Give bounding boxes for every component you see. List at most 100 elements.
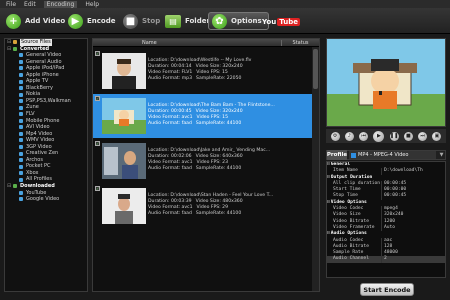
- profile-icon: [19, 105, 23, 110]
- chevron-down-icon[interactable]: ▼: [438, 152, 445, 158]
- profile-select-value: MP4 - MPEG-4 Video: [358, 152, 409, 158]
- profile-icon: [19, 164, 23, 169]
- mp4-icon: [351, 152, 356, 158]
- encode-button[interactable]: ▶ Encode: [68, 12, 115, 30]
- youtube-logo-you: You: [262, 18, 277, 26]
- file-duration: Duration: 00:04:14: [148, 64, 192, 69]
- file-aformat: Audio Format: faad: [148, 211, 192, 216]
- property-value[interactable]: D:\download\Th: [382, 168, 423, 174]
- profile-select[interactable]: MP4 - MPEG-4 Video: [349, 151, 436, 159]
- profile-icon: [19, 145, 23, 150]
- menu-encoding[interactable]: Encoding: [43, 0, 78, 8]
- file-size: Video Size: 480x360: [195, 199, 243, 204]
- profile-icon: [19, 125, 23, 130]
- file-location: Location: D:\download\Westlife -- My Lov…: [148, 58, 252, 63]
- file-row[interactable]: ✓ Location: D:\download\Stan Haden - Feel…: [93, 184, 313, 228]
- column-header-status[interactable]: Status: [282, 40, 319, 46]
- folder-icon: [13, 40, 17, 45]
- file-duration: Duration: 00:03:39: [148, 199, 192, 204]
- tree-item[interactable]: Google Video: [5, 196, 87, 203]
- profile-bar: Profile MP4 - MPEG-4 Video ▼: [326, 150, 446, 160]
- property-value[interactable]: 00:00:45: [382, 193, 406, 199]
- options-button[interactable]: ✿ Options: [208, 12, 269, 30]
- youtube-button[interactable]: You Tube: [262, 18, 300, 26]
- file-duration: Duration: 00:00:45: [148, 109, 192, 114]
- file-fps: Video FPS: 29: [196, 205, 229, 210]
- file-list: Name Status ✓ Location: D:\download\Westl…: [92, 38, 320, 292]
- profile-icon: [19, 86, 23, 91]
- file-checkbox[interactable]: ✓: [95, 96, 100, 101]
- profile-icon: [19, 66, 23, 71]
- add-video-button[interactable]: + Add Video: [6, 12, 65, 30]
- profile-icon: [19, 158, 23, 163]
- file-checkbox[interactable]: ✓: [95, 186, 100, 191]
- profile-icon: [19, 99, 23, 104]
- menu-file[interactable]: File: [6, 1, 16, 8]
- file-fps: Video FPS: 23: [196, 160, 229, 165]
- file-location: Location: D:\download\Jake and Amir_ Ven…: [148, 148, 271, 153]
- gear-icon: ✿: [212, 13, 227, 29]
- file-list-scrollbar[interactable]: [312, 47, 319, 291]
- file-checkbox[interactable]: ✓: [95, 51, 100, 56]
- volume-icon[interactable]: ♪: [344, 131, 354, 141]
- menu-bar: File Edit Encoding Help: [0, 0, 450, 8]
- menu-edit[interactable]: Edit: [24, 1, 36, 8]
- property-row[interactable]: Audio Channel 2: [327, 256, 445, 263]
- profile-icon: [19, 131, 23, 136]
- scrollbar-thumb[interactable]: [313, 49, 318, 89]
- settings-icon[interactable]: ⚙: [330, 131, 340, 141]
- file-rate: SampleRate: 44100: [195, 211, 242, 216]
- player-controls: ⚙ ♪ ⏮ ▶ ❚❚ ■ ⏭ ▣: [326, 129, 446, 143]
- start-encode-button[interactable]: Start Encode: [360, 283, 414, 296]
- previous-icon[interactable]: ⏮: [359, 131, 369, 141]
- options-label: Options: [231, 17, 262, 25]
- file-size: Video Size: 640x360: [195, 154, 243, 159]
- file-vformat: Video Format: FLV1: [148, 70, 193, 75]
- file-aformat: Audio Format: faad: [148, 166, 192, 171]
- profile-icon: [19, 59, 23, 64]
- profile-icon: [19, 53, 23, 58]
- file-thumbnail: [102, 98, 146, 134]
- pause-icon[interactable]: ❚❚: [389, 131, 399, 141]
- file-info: Location: D:\download\Stan Haden - Feel …: [148, 193, 273, 217]
- profile-icon: [19, 79, 23, 84]
- file-vformat: Video Format: avc1: [148, 205, 193, 210]
- stop-label: Stop: [142, 17, 161, 25]
- profile-icon: [19, 73, 23, 77]
- menu-help[interactable]: Help: [85, 1, 99, 8]
- video-preview: [326, 38, 446, 127]
- file-fps: Video FPS: 15: [196, 115, 229, 120]
- play-icon[interactable]: ▶: [373, 130, 385, 142]
- property-value[interactable]: Auto: [382, 225, 395, 231]
- profile-icon: [19, 112, 23, 117]
- file-row[interactable]: ✓ Location: D:\download\The Bam Bam - The…: [93, 94, 313, 138]
- file-checkbox[interactable]: ✓: [95, 141, 100, 146]
- file-row[interactable]: ✓ Location: D:\download\Jake and Amir_ Ve…: [93, 139, 313, 183]
- folder-button[interactable]: ▤ Folder: [165, 12, 210, 30]
- property-value[interactable]: 2: [382, 256, 387, 262]
- snapshot-icon[interactable]: ▣: [432, 131, 442, 141]
- stop-icon: ■: [123, 13, 138, 29]
- next-icon[interactable]: ⏭: [418, 131, 428, 141]
- profile-label: Profile: [326, 150, 348, 160]
- stop-icon[interactable]: ■: [403, 131, 413, 141]
- file-fps: Video FPS: 15: [196, 70, 228, 75]
- tree-item-label: Google Video: [26, 196, 60, 203]
- file-row[interactable]: ✓ Location: D:\download\Westlife -- My Lo…: [93, 49, 313, 93]
- add-video-label: Add Video: [25, 17, 66, 25]
- file-size: Video Size: 320x240: [195, 109, 243, 114]
- column-header-name[interactable]: Name: [102, 39, 282, 46]
- stop-button[interactable]: ■ Stop: [123, 12, 160, 30]
- file-vformat: Video Format: avc1: [148, 115, 193, 120]
- file-info: Location: D:\download\Jake and Amir_ Ven…: [148, 148, 270, 172]
- folder-label: Folder: [185, 17, 210, 25]
- profile-tree: ⊟ Source Files ⊟ Converted General Video Gene…: [4, 38, 88, 292]
- file-info: Location: D:\download\The Bam Bam - The …: [148, 103, 275, 127]
- plus-icon: +: [6, 13, 21, 29]
- property-key: Audio Channel: [327, 256, 382, 263]
- profile-icon: [19, 138, 23, 143]
- file-vformat: Video Format: avc1: [148, 160, 193, 165]
- file-aformat: Audio Format: mp3: [148, 76, 193, 81]
- file-thumbnail: [102, 188, 146, 224]
- profile-icon: [19, 92, 23, 97]
